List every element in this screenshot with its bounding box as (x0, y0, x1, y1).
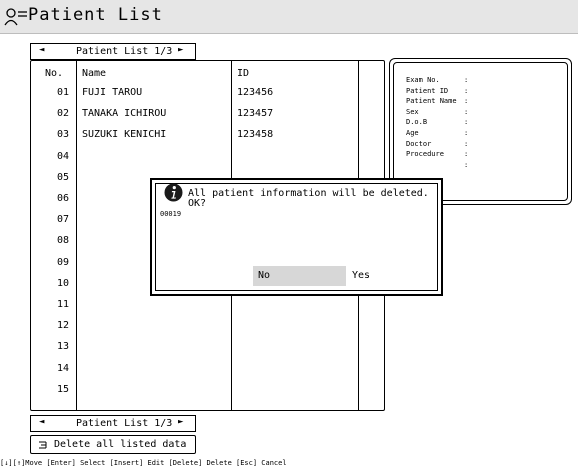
row-number[interactable]: 04 (35, 151, 69, 163)
row-name[interactable]: FUJI TAROU (82, 87, 142, 99)
info-field-label: Age (406, 129, 419, 137)
row-id[interactable]: 123458 (237, 129, 273, 141)
info-field-colon: : (464, 118, 469, 126)
patient-list-icon (4, 8, 27, 26)
pager-label: Patient List 1/3 (76, 418, 173, 429)
info-field-label: Patient Name (406, 97, 457, 105)
row-number[interactable]: 02 (35, 108, 69, 120)
row-number[interactable]: 12 (35, 320, 69, 332)
row-number[interactable]: 01 (35, 87, 69, 99)
row-name[interactable]: TANAKA ICHIROU (82, 108, 166, 120)
pager-next-button[interactable]: ► (178, 417, 183, 427)
pager-prev-button[interactable]: ◄ (39, 417, 44, 427)
pager-label: Patient List 1/3 (76, 46, 173, 57)
row-number[interactable]: 08 (35, 235, 69, 247)
delete-all-label: Delete all listed data (54, 439, 187, 450)
page-title: Patient List (28, 5, 163, 25)
info-field-label: Exam No. (406, 76, 440, 84)
header-no: No. (45, 68, 64, 79)
row-id[interactable]: 123457 (237, 108, 273, 120)
info-field-label: Procedure (406, 150, 444, 158)
delete-all-button[interactable]: Delete all listed data (30, 435, 196, 454)
info-field-colon: : (464, 150, 469, 158)
pager-top: ◄ Patient List 1/3 ► (30, 43, 196, 60)
info-field-colon: : (464, 108, 469, 116)
row-number[interactable]: 11 (35, 299, 69, 311)
info-field-colon: : (464, 97, 469, 105)
dialog-code: 00019 (160, 210, 182, 218)
info-field-colon: : (464, 129, 469, 137)
list-delete-icon (39, 441, 47, 449)
info-field-label: D.o.B (406, 118, 428, 126)
row-number[interactable]: 14 (35, 363, 69, 375)
dialog-message: All patient information will be deleted.… (188, 188, 429, 209)
row-number[interactable]: 09 (35, 257, 69, 269)
row-id[interactable]: 123456 (237, 87, 273, 99)
row-number[interactable]: 13 (35, 341, 69, 353)
row-number[interactable]: 10 (35, 278, 69, 290)
header-id: ID (237, 68, 250, 79)
info-field-colon: : (464, 76, 469, 84)
key-hint-bar: [↓][↑]Move [Enter] Select [Insert] Edit … (0, 459, 287, 467)
pager-next-button[interactable]: ► (178, 45, 183, 55)
info-field-colon: : (464, 87, 469, 95)
row-number[interactable]: 06 (35, 193, 69, 205)
column-divider (76, 61, 77, 410)
pager-bottom: ◄ Patient List 1/3 ► (30, 415, 196, 432)
info-field-colon: : (464, 161, 469, 169)
yes-button[interactable]: Yes (352, 266, 392, 286)
info-icon (164, 183, 183, 202)
header-name: Name (82, 68, 107, 79)
row-name[interactable]: SUZUKI KENICHI (82, 129, 166, 141)
info-field-label: Patient ID (406, 87, 449, 95)
pager-prev-button[interactable]: ◄ (39, 45, 44, 55)
no-button[interactable]: No (253, 266, 346, 286)
row-number[interactable]: 03 (35, 129, 69, 141)
info-field-label: Doctor (406, 140, 432, 148)
info-field-label: Sex (406, 108, 419, 116)
row-number[interactable]: 07 (35, 214, 69, 226)
row-number[interactable]: 15 (35, 384, 69, 396)
info-field-colon: : (464, 140, 469, 148)
row-number[interactable]: 05 (35, 172, 69, 184)
